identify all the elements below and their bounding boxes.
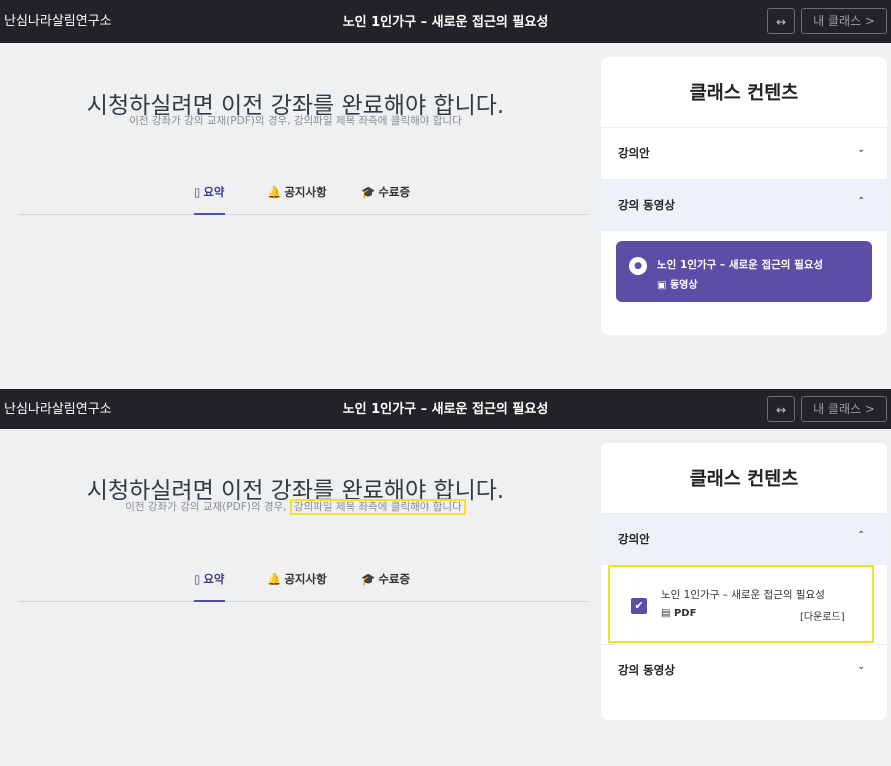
chevron-down-icon: ⌄ bbox=[857, 661, 866, 672]
tab-summary[interactable]: ▯ 요약 bbox=[194, 184, 225, 215]
graduation-cap-icon: 🎓 bbox=[361, 185, 376, 199]
download-link[interactable]: [다운로드] bbox=[800, 608, 845, 623]
section-label: 강의안 bbox=[618, 532, 650, 546]
section-label: 강의 동영상 bbox=[618, 663, 675, 677]
tab-certificate[interactable]: 🎓 수료증 bbox=[361, 184, 410, 200]
sidebar-heading: 클래스 컨텐츠 bbox=[689, 469, 799, 490]
resize-icon: ↔ bbox=[775, 403, 787, 417]
section-label: 강의안 bbox=[618, 146, 650, 160]
lesson-type: ▣ 동영상 bbox=[657, 280, 698, 291]
top-bar: 난심나라살림연구소 노인 1인가구 – 새로운 접근의 필요성 ↔ 내 클래스 … bbox=[0, 389, 891, 429]
bell-icon: 🔔 bbox=[267, 572, 282, 586]
content-tabs: ▯ 요약 🔔 공지사항 🎓 수료증 bbox=[18, 571, 589, 602]
tab-certificate-label: 수료증 bbox=[378, 185, 411, 199]
tab-summary-label: 요약 bbox=[203, 572, 225, 586]
screenshot-panel-2: 난심나라살림연구소 노인 1인가구 – 새로운 접근의 필요성 ↔ 내 클래스 … bbox=[0, 389, 891, 766]
chevron-down-icon: ⌄ bbox=[857, 144, 866, 155]
subline-prefix: 이전 강좌가 강의 교재(PDF)의 경우, bbox=[129, 115, 291, 127]
locked-subline: 이전 강좌가 강의 교재(PDF)의 경우, 강의파일 제목 좌측에 클릭해야 … bbox=[0, 499, 591, 515]
resize-icon: ↔ bbox=[775, 15, 787, 29]
bookmark-icon: ▯ bbox=[194, 572, 201, 586]
tab-certificate-label: 수료증 bbox=[378, 572, 411, 586]
chevron-up-icon: ⌃ bbox=[857, 530, 866, 541]
completion-checkbox[interactable]: ✔ bbox=[631, 598, 647, 614]
tab-summary[interactable]: ▯ 요약 bbox=[194, 571, 225, 602]
locked-subline: 이전 강좌가 강의 교재(PDF)의 경우, 강의파일 제목 좌측에 클릭해야 … bbox=[0, 113, 591, 128]
section-lecture-video[interactable]: 강의 동영상 ⌃ bbox=[601, 179, 887, 231]
my-class-button[interactable]: 내 클래스 > bbox=[801, 396, 887, 422]
resize-button[interactable]: ↔ bbox=[767, 8, 795, 34]
course-title: 노인 1인가구 – 새로운 접근의 필요성 bbox=[342, 15, 549, 30]
lesson-title: 노인 1인가구 – 새로운 접근의 필요성 bbox=[661, 589, 825, 601]
subline-prefix: 이전 강좌가 강의 교재(PDF)의 경우, bbox=[125, 501, 287, 513]
top-bar: 난심나라살림연구소 노인 1인가구 – 새로운 접근의 필요성 ↔ 내 클래스 … bbox=[0, 0, 891, 43]
course-title: 노인 1인가구 – 새로운 접근의 필요성 bbox=[342, 402, 549, 417]
tab-certificate[interactable]: 🎓 수료증 bbox=[361, 571, 410, 587]
tab-notices-label: 공지사항 bbox=[284, 572, 327, 586]
subline-highlight: 강의파일 제목 좌측에 클릭해야 합니다 bbox=[289, 499, 466, 515]
section-label: 강의 동영상 bbox=[618, 198, 675, 212]
sidebar-heading: 클래스 컨텐츠 bbox=[689, 83, 799, 104]
tab-notices-label: 공지사항 bbox=[284, 185, 327, 199]
lesson-type: ▤ PDF bbox=[661, 608, 697, 619]
pdf-lesson-item[interactable]: ✔ 노인 1인가구 – 새로운 접근의 필요성 ▤ PDF [다운로드] bbox=[608, 565, 874, 643]
subline-rest: 강의파일 제목 좌측에 클릭해야 합니다 bbox=[293, 115, 462, 127]
video-lesson-item[interactable]: ● 노인 1인가구 – 새로운 접근의 필요성 ▣ 동영상 bbox=[616, 241, 872, 302]
section-lecture-video[interactable]: 강의 동영상 ⌄ bbox=[601, 644, 887, 696]
section-lecture-notes[interactable]: 강의안 ⌃ bbox=[601, 513, 887, 565]
lesson-title: 노인 1인가구 – 새로운 접근의 필요성 bbox=[657, 259, 824, 271]
tab-notices[interactable]: 🔔 공지사항 bbox=[267, 571, 327, 587]
resize-button[interactable]: ↔ bbox=[767, 396, 795, 422]
section-lecture-notes[interactable]: 강의안 ⌄ bbox=[601, 127, 887, 179]
tab-summary-label: 요약 bbox=[203, 185, 225, 199]
content-tabs: ▯ 요약 🔔 공지사항 🎓 수료증 bbox=[18, 184, 589, 215]
lock-icon: ● bbox=[629, 257, 647, 275]
graduation-cap-icon: 🎓 bbox=[361, 572, 376, 586]
tab-notices[interactable]: 🔔 공지사항 bbox=[267, 184, 327, 200]
bookmark-icon: ▯ bbox=[194, 185, 201, 199]
chevron-up-icon: ⌃ bbox=[857, 196, 866, 207]
screenshot-panel-1: 난심나라살림연구소 노인 1인가구 – 새로운 접근의 필요성 ↔ 내 클래스 … bbox=[0, 0, 891, 389]
bell-icon: 🔔 bbox=[267, 185, 282, 199]
my-class-button[interactable]: 내 클래스 > bbox=[801, 8, 887, 34]
